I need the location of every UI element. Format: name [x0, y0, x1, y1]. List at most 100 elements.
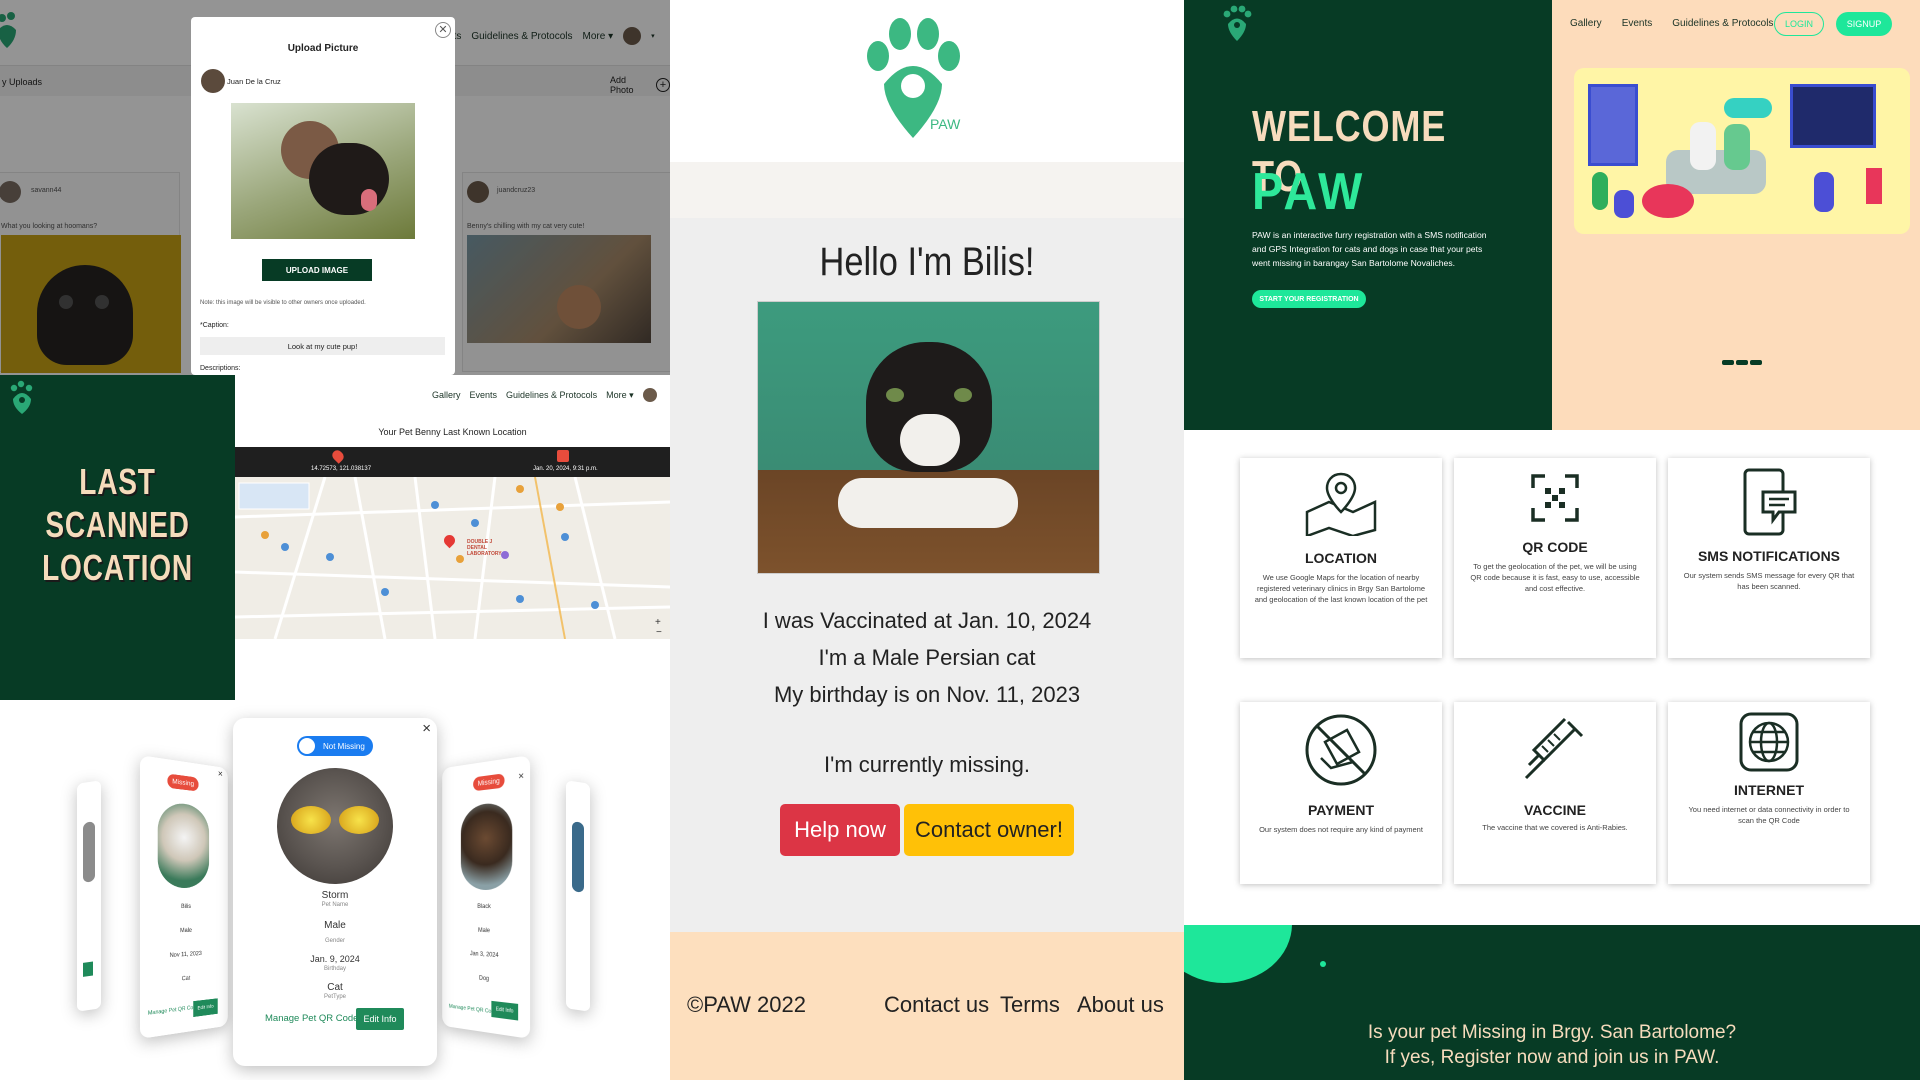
close-icon[interactable]: ×	[218, 769, 223, 780]
coordinates-text: 14.72573, 121.038137	[311, 466, 372, 472]
vaccinated-info: I was Vaccinated at Jan. 10, 2024	[762, 608, 1092, 633]
pet-card-black[interactable]: × Missing Black Male Jan 3, 2024 Dog Man…	[442, 755, 531, 1039]
hero-description: PAW is an interactive furry registration…	[1252, 230, 1487, 268]
contact-owner-button[interactable]: Contact owner!	[904, 804, 1074, 856]
nav-gallery[interactable]: Gallery	[432, 390, 461, 400]
missing-status: I'm currently missing.	[824, 752, 1030, 777]
qr-scan-icon	[1531, 474, 1579, 522]
paw-logo-icon[interactable]	[1220, 4, 1254, 42]
birthday-info: My birthday is on Nov. 11, 2023	[773, 682, 1081, 707]
pet-name: Bilis	[180, 903, 191, 911]
carousel-indicators	[1722, 360, 1762, 365]
nav-events[interactable]: Events	[470, 390, 498, 400]
brand-heading: PAW	[1252, 163, 1366, 221]
datetime-text: Jan. 20, 2024, 9:31 p.m.	[533, 466, 598, 472]
missing-toggle[interactable]: Missing	[473, 773, 505, 792]
hero-illustration	[1574, 68, 1910, 234]
sunglasses-icon	[291, 806, 331, 834]
page-title: LAST SCANNED LOCATION	[42, 461, 193, 588]
pet-gender: Male	[324, 920, 346, 931]
pet-type: Cat	[327, 982, 343, 993]
login-button[interactable]: LOGIN	[1774, 12, 1824, 36]
banner-text: Is your pet Missing in Brgy. San Bartolo…	[1367, 1022, 1737, 1068]
manage-qr-link[interactable]: Manage Pet QR Code	[148, 1004, 199, 1016]
zoom-out-button[interactable]: −	[656, 627, 662, 638]
pet-card[interactable]	[566, 780, 590, 1012]
feature-card-location: LOCATION We use Google Maps for the loca…	[1240, 458, 1442, 658]
feature-description: We use Google Maps for the location of n…	[1254, 573, 1428, 604]
pet-card[interactable]	[77, 780, 101, 1012]
descriptions-label: Descriptions:	[200, 365, 241, 372]
feature-title: QR CODE	[1522, 539, 1588, 555]
map-pin-icon	[1305, 472, 1377, 536]
location-heading: Your Pet Benny Last Known Location	[378, 427, 527, 437]
google-map[interactable]: DOUBLE J DENTAL LABORATORY + −	[234, 476, 670, 640]
logo-text: PAW	[930, 116, 961, 132]
signup-button[interactable]: SIGNUP	[1836, 12, 1892, 36]
calendar-icon	[557, 450, 569, 462]
pet-name: Storm	[321, 890, 349, 901]
edit-info-button[interactable]: Edit Info	[193, 998, 218, 1018]
header-band	[670, 162, 1184, 218]
avatar[interactable]	[642, 388, 657, 402]
pet-profile-panel: PAW Hello I'm Bilis! I was Vaccinated at…	[670, 0, 1184, 1080]
indicator-dot[interactable]	[1750, 360, 1762, 365]
feature-card-qr: QR CODE To get the geolocation of the pe…	[1454, 458, 1656, 658]
feature-description: The vaccine that we covered is Anti-Rabi…	[1482, 823, 1628, 832]
paw-logo-icon[interactable]	[8, 379, 36, 415]
footer: ©PAW 2022 Contact us Terms About us	[670, 932, 1184, 1080]
copyright: ©PAW 2022	[687, 992, 806, 1017]
feature-card-internet: INTERNET You need internet or data conne…	[1668, 702, 1870, 884]
nav-gallery[interactable]: Gallery	[1570, 18, 1602, 29]
close-icon[interactable]: ×	[518, 771, 524, 783]
nav-guidelines[interactable]: Guidelines & Protocols	[506, 390, 597, 400]
upload-image-button[interactable]: UPLOAD IMAGE	[262, 259, 372, 281]
caption-field[interactable]: Look at my cute pup!	[200, 337, 445, 355]
syringe-icon	[1524, 717, 1584, 780]
pet-type: Dog	[478, 975, 490, 983]
decor-dot	[1320, 961, 1326, 967]
upload-note: Note: this image will be visible to othe…	[200, 300, 366, 306]
upload-panel: nts Guidelines & Protocols More ▾ ▾ y Up…	[0, 0, 670, 375]
pet-greeting: Hello I'm Bilis!	[819, 240, 1035, 284]
close-icon[interactable]: ×	[422, 720, 431, 737]
nav-events[interactable]: Events	[1622, 18, 1653, 29]
missing-toggle[interactable]: Missing	[167, 773, 199, 792]
manage-qr-link[interactable]: Manage Pet QR Code	[449, 1004, 497, 1016]
indicator-dot[interactable]	[1736, 360, 1748, 365]
not-missing-toggle[interactable]: Not Missing	[297, 736, 373, 756]
feature-title: PAYMENT	[1307, 802, 1375, 818]
footer-about-link[interactable]: About us	[1077, 992, 1164, 1018]
avatar	[201, 69, 225, 93]
footer-terms-link[interactable]: Terms	[1000, 992, 1060, 1018]
upload-modal: ✕ Upload Picture Juan De la Cruz UPLOAD …	[191, 17, 455, 375]
pet-photo	[83, 821, 95, 883]
map-streets	[234, 476, 670, 640]
feature-title: INTERNET	[1734, 782, 1804, 798]
indicator-dot[interactable]	[1722, 360, 1734, 365]
globe-icon	[1739, 712, 1799, 772]
breed-info: I'm a Male Persian cat	[818, 645, 1036, 670]
pet-card-storm[interactable]: × Not Missing Storm Pet Name Male Gender…	[233, 718, 437, 1066]
footer-contact-link[interactable]: Contact us	[884, 992, 989, 1018]
pet-card-bilis[interactable]: × Missing Bilis Male Nov 11, 2023 Cat Ma…	[139, 755, 228, 1039]
toggle-knob	[299, 738, 315, 754]
pet-gender: Male	[478, 927, 490, 935]
nav-guidelines[interactable]: Guidelines & Protocols	[1672, 18, 1773, 29]
feature-title: SMS NOTIFICATIONS	[1697, 548, 1841, 564]
edit-button[interactable]	[83, 961, 93, 977]
pet-name-label: Pet Name	[321, 902, 349, 908]
hero-left: LAST SCANNED LOCATION	[0, 375, 235, 700]
nav-more[interactable]: More ▾	[606, 390, 634, 401]
help-now-button[interactable]: Help now	[780, 804, 900, 856]
location-panel: LAST SCANNED LOCATION Gallery Events Gui…	[0, 375, 670, 700]
modal-username: Juan De la Cruz	[227, 77, 281, 86]
uploaded-image-preview	[231, 103, 415, 239]
feature-description: Our system sends SMS message for every Q…	[1683, 571, 1855, 591]
close-icon[interactable]: ✕	[435, 22, 451, 38]
start-registration-button[interactable]: START YOUR REGISTRATION	[1252, 290, 1366, 308]
edit-info-button[interactable]: Edit Info	[356, 1008, 404, 1030]
edit-info-button[interactable]: Edit Info	[491, 1000, 519, 1021]
features-panel: LOCATION We use Google Maps for the loca…	[1184, 430, 1920, 925]
manage-qr-link[interactable]: Manage Pet QR Code	[265, 1013, 358, 1024]
